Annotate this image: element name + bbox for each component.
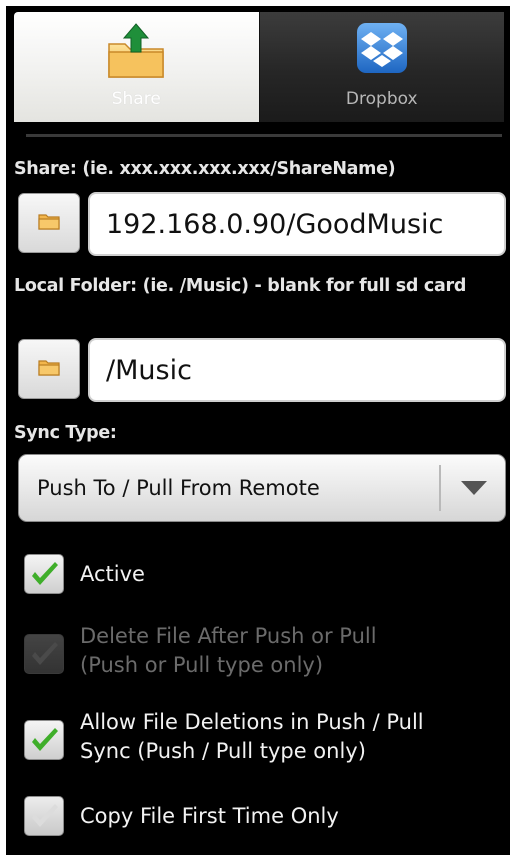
delete-after-label-line1: Delete File After Push or Pull [80,624,377,648]
sync-type-label: Sync Type: [14,423,117,443]
dropbox-icon [356,22,408,78]
share-input[interactable]: 192.168.0.90/GoodMusic [88,192,506,256]
local-folder-input[interactable]: /Music [88,338,506,402]
option-copy-first-time[interactable]: Copy File First Time Only [24,796,504,840]
tab-dropbox[interactable]: Dropbox [258,12,504,122]
tab-bar: Share Dropbox [14,12,504,122]
tab-share[interactable]: Share [14,12,259,122]
tab-dropbox-label: Dropbox [345,89,418,109]
option-delete-after: Delete File After Push or Pull (Push or … [24,620,504,682]
dropdown-arrow-icon [459,479,489,501]
tab-share-label: Share [111,89,161,109]
tab-divider [26,134,502,137]
share-browse-button[interactable] [18,193,80,253]
delete-after-label-line2: (Push or Pull type only) [80,653,324,677]
sync-type-value: Push To / Pull From Remote [37,476,320,500]
check-icon [32,804,58,827]
active-checkbox[interactable] [24,554,64,594]
sync-type-select[interactable]: Push To / Pull From Remote [18,454,506,522]
check-icon [32,562,58,585]
check-icon [32,728,58,751]
folder-icon [38,212,60,234]
check-icon [32,642,58,665]
copy-first-time-checkbox[interactable] [24,796,64,836]
delete-after-checkbox [24,634,64,674]
local-folder-label: Local Folder: (ie. /Music) - blank for f… [14,276,467,296]
share-label: Share: (ie. xxx.xxx.xxx.xxx/ShareName) [14,159,396,179]
active-label: Active [80,562,145,586]
allow-deletions-checkbox[interactable] [24,720,64,760]
option-allow-deletions[interactable]: Allow File Deletions in Push / Pull Sync… [24,706,504,768]
local-folder-browse-button[interactable] [18,339,80,399]
copy-first-time-label: Copy File First Time Only [80,804,339,828]
spinner-separator [439,465,441,511]
app-screen: Share Dropbox Share: (ie. xxx.xxx.xxx.xx… [6,6,510,855]
allow-deletions-label-line2: Sync (Push / Pull type only) [80,739,366,763]
option-active[interactable]: Active [24,554,504,598]
folder-icon [38,358,60,380]
allow-deletions-label-line1: Allow File Deletions in Push / Pull [80,710,424,734]
folder-upload-icon [103,22,169,84]
